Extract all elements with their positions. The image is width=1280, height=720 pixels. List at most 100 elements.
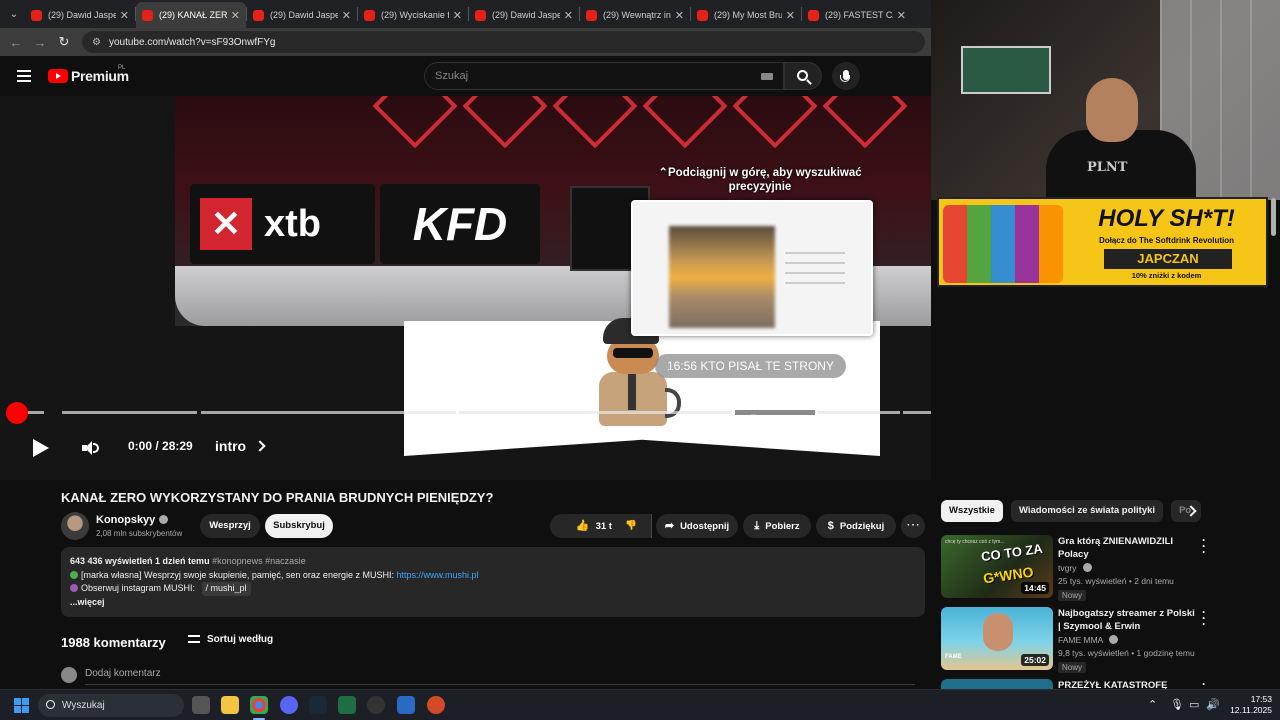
browser-tab[interactable]: (29) My Most Bru ✕ [691, 2, 801, 28]
file-explorer-icon[interactable] [221, 696, 239, 714]
user-avatar [61, 667, 77, 683]
rec-channel[interactable]: FAME MMA [1058, 635, 1119, 645]
tab-close-icon[interactable]: ✕ [342, 9, 351, 22]
tray-mic-icon[interactable]: 🎙 [1170, 698, 1184, 711]
tab-close-icon[interactable]: ✕ [120, 9, 129, 22]
play-icon[interactable] [33, 439, 49, 457]
mushi-link[interactable]: https://www.mushi.pl [396, 570, 478, 580]
chapter-segment[interactable] [459, 411, 732, 414]
share-button[interactable]: ➦ Udostępnij [656, 514, 738, 538]
chapter-segment[interactable] [201, 411, 456, 414]
recommended-video[interactable]: chcę ty chcesz coś z tym... CO TO ZA G*W… [941, 534, 1241, 601]
download-icon: ⤓ [754, 520, 760, 532]
url-field[interactable]: ⚙ youtube.com/watch?v=sF93OnwfFYg [82, 31, 925, 53]
volume-icon[interactable] [82, 440, 100, 456]
site-info-icon[interactable]: ⚙ [92, 37, 101, 48]
app-icon-blue[interactable] [397, 696, 415, 714]
hamburger-menu-icon[interactable] [17, 70, 31, 82]
chapter-segment[interactable] [818, 411, 900, 414]
rec-title[interactable]: Najbogatszy streamer z Polski | Szymool … [1058, 607, 1198, 633]
taskbar-search[interactable]: Wyszukaj [38, 694, 184, 717]
description-box[interactable]: 643 436 wyświetleń 1 dzień temu #konopne… [61, 547, 925, 617]
windows-start-icon[interactable] [14, 698, 29, 713]
chapter-segment[interactable] [62, 411, 197, 414]
more-actions-button[interactable]: ⋯ [901, 514, 925, 538]
back-arrow-icon[interactable]: ← [4, 35, 28, 50]
hashtags[interactable]: #konopnews #naczasie [212, 556, 306, 566]
obs-icon[interactable] [367, 696, 385, 714]
taskbar-clock[interactable]: 17:53 12.11.2025 [1222, 694, 1272, 716]
rec-more-icon[interactable]: · · · [1199, 606, 1209, 630]
task-view-icon[interactable] [192, 696, 210, 714]
chip-all[interactable]: Wszystkie [941, 500, 1003, 522]
rec-channel[interactable]: tvgry [1058, 563, 1092, 573]
tray-chevron-icon[interactable]: ⌃ [1148, 698, 1157, 711]
current-chapter[interactable]: intro [215, 438, 246, 454]
rec-more-icon[interactable]: · [1199, 679, 1209, 689]
page-scrollbar[interactable] [1271, 198, 1276, 236]
progress-bar[interactable] [16, 410, 931, 415]
tab-title: (29) Wyciskanie fr [381, 10, 449, 20]
browser-tab[interactable]: (29) Dawid Jasper ✕ [247, 2, 357, 28]
keyboard-icon[interactable] [761, 73, 773, 80]
discord-icon[interactable] [280, 696, 298, 714]
download-button[interactable]: ⤓ Pobierz [743, 514, 811, 538]
browser-tab[interactable]: (29) Wyciskanie fr ✕ [358, 2, 468, 28]
video-player[interactable]: ✕ xtb KFD ⌃Podciągnij w górę, aby wyszuk… [0, 96, 931, 480]
rec-more-icon[interactable]: · · · [1199, 534, 1209, 558]
sort-comments-button[interactable]: Sortuj według [188, 634, 273, 645]
recommended-video[interactable]: PRZEŻYŁ KATASTROFĘ · [941, 679, 1241, 689]
chip-politics-news[interactable]: Wiadomości ze świata polityki [1010, 500, 1164, 522]
video-thumbnail[interactable]: chcę ty chcesz coś z tym... CO TO ZA G*W… [941, 535, 1053, 598]
browser-tab[interactable]: (29) KANAŁ ZERO ✕ [136, 2, 246, 28]
rec-title[interactable]: PRZEŻYŁ KATASTROFĘ [1058, 679, 1198, 689]
tab-close-icon[interactable]: ✕ [675, 9, 684, 22]
recommended-video[interactable]: FAME 25:02 Najbogatszy streamer z Polski… [941, 606, 1241, 673]
forward-arrow-icon[interactable]: → [28, 35, 52, 50]
support-button[interactable]: Wesprzyj [200, 514, 260, 538]
browser-tab[interactable]: (29) FASTEST CAR ✕ [802, 2, 912, 28]
tab-title: (29) FASTEST CAR [825, 10, 893, 20]
reload-icon[interactable]: ↻ [52, 34, 76, 50]
thanks-button[interactable]: $ Podziękuj [816, 514, 896, 538]
view-stats: 643 436 wyświetleń 1 dzień temu [70, 556, 210, 566]
tray-display-icon[interactable]: ▭ [1189, 698, 1199, 711]
add-comment-input[interactable]: Dodaj komentarz [85, 668, 161, 679]
tab-close-icon[interactable]: ✕ [231, 9, 240, 22]
video-thumbnail[interactable]: FAME 25:02 [941, 607, 1053, 670]
excel-icon[interactable] [338, 696, 356, 714]
tab-close-icon[interactable]: ✕ [564, 9, 573, 22]
browser-tab[interactable]: (29) Dawid Jasper ✕ [25, 2, 135, 28]
kfd-logo: KFD [380, 184, 540, 264]
search-input[interactable]: Szukaj [424, 62, 784, 90]
voice-search-button[interactable] [832, 62, 860, 90]
youtube-logo[interactable]: Premium PL [48, 65, 129, 84]
browser-tab[interactable]: (29) Dawid Jasper ✕ [469, 2, 579, 28]
show-more-link[interactable]: ...więcej [70, 596, 916, 610]
browser-tab[interactable]: (29) Wewnątrz ine ✕ [580, 2, 690, 28]
dislike-button[interactable]: 👎 [612, 514, 650, 538]
tab-close-icon[interactable]: ✕ [453, 9, 462, 22]
chapter-next-chevron-icon[interactable] [254, 440, 266, 452]
hover-chapter-label: 16:56 KTO PISAŁ TE STRONY [655, 354, 846, 378]
video-thumbnail[interactable] [941, 679, 1053, 689]
steam-icon[interactable] [309, 696, 327, 714]
tab-search-menu-icon[interactable]: ⌄ [3, 3, 25, 25]
subscribe-button[interactable]: Subskrybuj [265, 514, 333, 538]
webcam-overlay: PLNT [931, 0, 1280, 200]
rec-title[interactable]: Gra którą ZNIENAWIDZILI Polacy [1058, 535, 1198, 561]
tab-close-icon[interactable]: ✕ [786, 9, 795, 22]
app-icon-orange[interactable] [427, 696, 445, 714]
youtube-favicon-icon [586, 9, 597, 21]
shirt-logo: PLNT [1087, 160, 1128, 175]
chapter-segment-hovered[interactable] [735, 410, 815, 415]
channel-name[interactable]: Konopskyy [96, 514, 169, 526]
tray-volume-icon[interactable]: 🔊 [1206, 698, 1220, 711]
scrubber-handle[interactable] [6, 402, 28, 424]
chrome-icon[interactable] [250, 696, 268, 714]
chapter-segment[interactable] [903, 411, 931, 414]
search-button[interactable] [784, 62, 822, 90]
tab-close-icon[interactable]: ✕ [897, 9, 906, 22]
instagram-chip[interactable]: / mushi_pl [201, 582, 251, 596]
channel-avatar[interactable] [61, 512, 89, 540]
